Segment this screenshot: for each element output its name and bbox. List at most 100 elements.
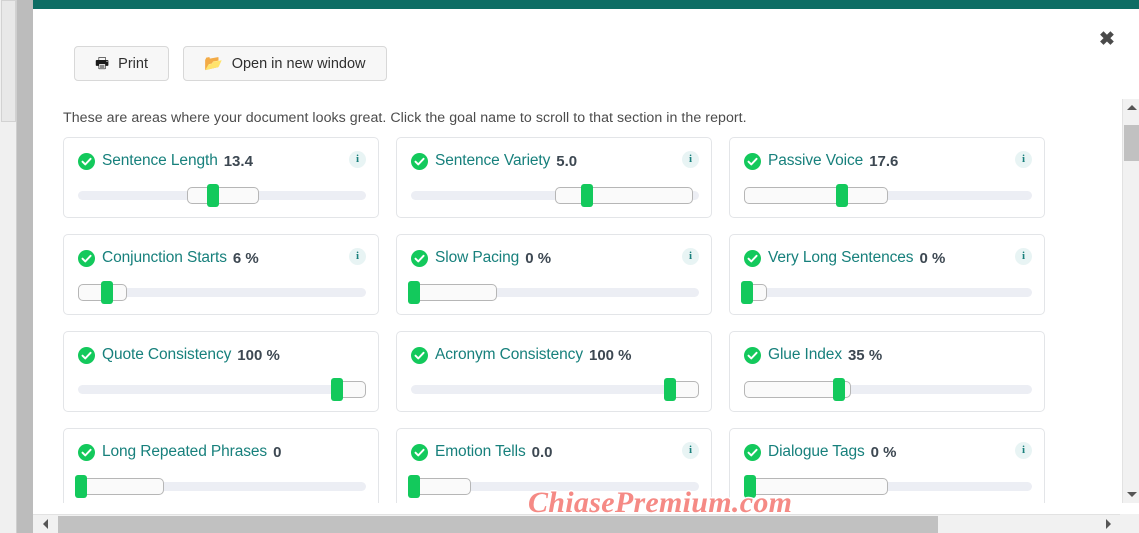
goal-card: Conjunction Starts 6 % i [63, 234, 379, 315]
goal-name-link[interactable]: Long Repeated Phrases [102, 443, 267, 461]
print-button[interactable]: 🖶 Print [74, 46, 169, 81]
goal-card: Slow Pacing 0 % i [396, 234, 712, 315]
goal-value: 17.6 [869, 152, 899, 170]
goal-gauge[interactable] [78, 184, 366, 207]
close-icon[interactable]: ✖ [1095, 28, 1119, 52]
gauge-thumb[interactable] [74, 475, 87, 498]
horizontal-scrollbar[interactable] [33, 514, 1139, 533]
goal-gauge[interactable] [744, 378, 1032, 401]
page-scrollbar-thumb[interactable] [1, 0, 16, 122]
goal-name-link[interactable]: Very Long Sentences [768, 249, 914, 267]
gauge-track [744, 288, 1032, 297]
goal-value: 0 % [525, 249, 552, 267]
info-icon[interactable]: i [682, 442, 699, 459]
gauge-target-range [744, 187, 888, 204]
goal-gauge[interactable] [743, 475, 1032, 498]
goal-name-link[interactable]: Glue Index [768, 346, 842, 364]
check-circle-icon [411, 346, 428, 364]
goal-value: 5.0 [556, 152, 578, 170]
goal-name-link[interactable]: Quote Consistency [102, 346, 231, 364]
goal-cards-grid: Sentence Length 13.4 i Sentence Variety 5.0 i… [63, 137, 1045, 503]
info-icon[interactable]: i [682, 248, 699, 265]
gauge-thumb[interactable] [740, 281, 753, 304]
info-icon[interactable]: i [1015, 151, 1032, 168]
goal-gauge[interactable] [740, 281, 1032, 304]
modal-toolbar: 🖶 Print 📂 Open in new window [74, 46, 387, 81]
horizontal-scrollbar-thumb[interactable] [58, 516, 938, 533]
goal-gauge[interactable] [407, 281, 699, 304]
goal-gauge[interactable] [744, 184, 1032, 207]
info-icon[interactable]: i [1015, 442, 1032, 459]
gauge-thumb[interactable] [100, 281, 113, 304]
goal-card-header: Dialogue Tags 0 % [744, 441, 1030, 463]
goal-name-link[interactable]: Sentence Variety [435, 152, 550, 170]
gauge-target-range [78, 478, 165, 495]
gauge-target-range [187, 187, 260, 204]
vertical-scrollbar[interactable] [1122, 99, 1139, 503]
goals-scroll-area: Sentence Length 13.4 i Sentence Variety 5.0 i… [63, 99, 1109, 503]
goal-gauge[interactable] [411, 184, 699, 207]
scroll-left-icon[interactable] [37, 515, 54, 533]
gauge-thumb[interactable] [580, 184, 593, 207]
info-icon[interactable]: i [1015, 248, 1032, 265]
goal-name-link[interactable]: Dialogue Tags [768, 443, 865, 461]
check-circle-icon [411, 443, 428, 461]
goal-name-link[interactable]: Emotion Tells [435, 443, 526, 461]
goal-card: Emotion Tells 0.0 i [396, 428, 712, 503]
goal-value: 35 % [847, 346, 883, 364]
scroll-down-icon[interactable] [1123, 486, 1139, 503]
goal-gauge[interactable] [74, 475, 366, 498]
scrollbar-corner [1120, 514, 1139, 533]
scroll-right-icon[interactable] [1100, 515, 1117, 533]
goal-name-link[interactable]: Acronym Consistency [435, 346, 583, 364]
goal-name-link[interactable]: Sentence Length [102, 152, 218, 170]
check-circle-icon [78, 249, 95, 267]
gauge-thumb[interactable] [664, 378, 677, 401]
goal-card-header: Conjunction Starts 6 % [78, 247, 364, 269]
gauge-thumb[interactable] [743, 475, 756, 498]
check-circle-icon [78, 152, 95, 170]
check-circle-icon [78, 443, 95, 461]
goal-card-header: Quote Consistency 100 % [78, 344, 364, 366]
gauge-track [411, 385, 699, 394]
gauge-thumb[interactable] [407, 475, 420, 498]
goal-value: 0 % [919, 249, 946, 267]
info-icon[interactable]: i [682, 151, 699, 168]
open-in-new-window-button[interactable]: 📂 Open in new window [183, 46, 387, 81]
scroll-up-icon[interactable] [1123, 99, 1139, 116]
goal-card-header: Sentence Variety 5.0 [411, 150, 697, 172]
goal-gauge[interactable] [78, 378, 366, 401]
goal-name-link[interactable]: Slow Pacing [435, 249, 519, 267]
goal-value: 0 [273, 443, 282, 461]
goal-value: 0 % [870, 443, 897, 461]
goal-gauge[interactable] [411, 378, 699, 401]
gauge-thumb[interactable] [407, 281, 420, 304]
info-icon[interactable]: i [349, 151, 366, 168]
gauge-track [78, 385, 366, 394]
report-modal: ✖ 🖶 Print 📂 Open in new window These are… [33, 0, 1139, 533]
goal-name-link[interactable]: Conjunction Starts [102, 249, 227, 267]
goal-card: Dialogue Tags 0 % i [729, 428, 1045, 503]
goal-value: 100 % [237, 346, 280, 364]
goal-name-link[interactable]: Passive Voice [768, 152, 863, 170]
check-circle-icon [411, 152, 428, 170]
gauge-thumb[interactable] [833, 378, 846, 401]
goal-card-header: Sentence Length 13.4 [78, 150, 364, 172]
vertical-scrollbar-thumb[interactable] [1124, 125, 1139, 161]
goal-card: Very Long Sentences 0 % i [729, 234, 1045, 315]
goal-gauge[interactable] [407, 475, 699, 498]
gauge-thumb[interactable] [207, 184, 220, 207]
check-circle-icon [744, 152, 761, 170]
gauge-thumb[interactable] [331, 378, 344, 401]
open-in-new-window-label: Open in new window [231, 55, 366, 72]
gauge-target-range [411, 478, 472, 495]
goal-value: 6 % [232, 249, 259, 267]
goal-card: Long Repeated Phrases 0 [63, 428, 379, 503]
info-icon[interactable]: i [349, 248, 366, 265]
gauge-target-range [555, 187, 694, 204]
page-scrollbar-track[interactable] [0, 0, 17, 533]
goal-card-header: Acronym Consistency 100 % [411, 344, 697, 366]
goal-card: Sentence Variety 5.0 i [396, 137, 712, 218]
goal-gauge[interactable] [78, 281, 366, 304]
gauge-thumb[interactable] [835, 184, 848, 207]
